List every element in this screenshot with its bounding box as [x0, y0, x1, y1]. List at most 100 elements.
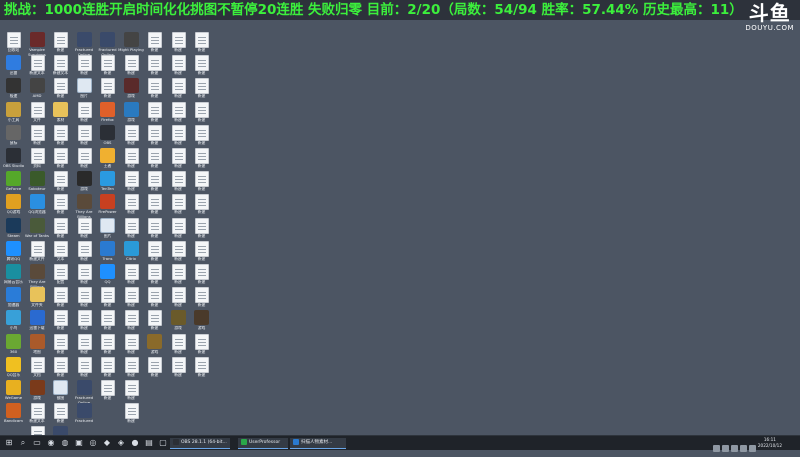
scanner-icon	[293, 438, 299, 445]
text-file-icon	[148, 78, 162, 95]
text-file-icon	[195, 287, 209, 304]
folder-taskbar-icon[interactable]: ▣	[74, 438, 84, 448]
text-file-icon	[77, 240, 92, 257]
text-file-icon	[171, 356, 186, 373]
text-file-icon	[124, 171, 139, 188]
app-icon	[29, 310, 45, 326]
steam-taskbar-icon[interactable]: ◉	[46, 438, 56, 448]
folder-icon	[53, 101, 68, 117]
text-file-icon	[77, 310, 92, 327]
text-file-icon	[148, 194, 162, 211]
text-file-icon	[171, 333, 186, 350]
text-file-icon	[30, 101, 45, 118]
text-file-icon	[148, 217, 162, 234]
text-file-icon	[195, 194, 209, 211]
desktop-icon-label: 游戏	[197, 326, 206, 331]
ime-icon[interactable]	[740, 445, 747, 452]
text-file-icon	[195, 32, 209, 48]
text-file-icon	[54, 148, 68, 164]
desktop-icon[interactable]: Bandicam	[2, 403, 25, 433]
clock-date: 2022/10/12	[757, 442, 782, 448]
text-file-icon	[148, 55, 162, 72]
taskbar-app-scanner[interactable]: 扫描人物素材...	[290, 438, 346, 449]
app-icon	[147, 333, 162, 349]
text-file-icon	[77, 124, 92, 141]
wegame-taskbar-icon[interactable]: ◈	[116, 438, 126, 448]
desktop-icon-label: Fractured	[74, 419, 93, 424]
desktop-icon-label: 新建	[197, 140, 206, 145]
text-file-icon	[124, 356, 139, 373]
text-file-icon	[124, 217, 139, 234]
text-file-icon	[195, 171, 209, 188]
text-file-icon	[54, 264, 68, 280]
desktop-icon-label: 新建	[197, 210, 206, 215]
system-tray[interactable]	[711, 438, 756, 452]
app-icon	[76, 380, 92, 395]
text-file-icon	[195, 264, 209, 280]
text-file-icon	[195, 78, 209, 95]
desktop-icon-label: 新建	[197, 280, 206, 284]
text-file-icon	[195, 148, 209, 164]
app-icon	[6, 264, 21, 279]
text-file-icon	[30, 55, 45, 72]
qq-taskbar-icon[interactable]: ●	[130, 438, 140, 448]
text-file-icon	[148, 310, 162, 327]
notification-icon[interactable]	[749, 445, 756, 452]
desktop-icon-label: 新建	[197, 372, 206, 377]
challenge-text: 挑战：1000连胜开启时间化化挑图不暂停20连胜 失败归零 目前：2/20（局数…	[4, 2, 743, 18]
text-file-icon	[54, 217, 68, 234]
app-icon	[100, 240, 115, 256]
folder-icon	[29, 287, 45, 303]
text-file-icon	[171, 55, 186, 72]
text-file-icon	[77, 101, 92, 118]
app-icon	[6, 78, 21, 94]
taskbar-clock[interactable]: 16:11 2022/10/12	[758, 437, 782, 448]
desktop-icon-label: 新建	[197, 233, 206, 238]
desktop-icon[interactable]: 新建	[143, 356, 166, 387]
taskbar-app-obs-label: OBS 28.1.1 (64-bit...	[181, 440, 227, 445]
text-file-icon	[54, 32, 68, 48]
app-taskbar-icon[interactable]: ◆	[102, 438, 112, 448]
network-icon[interactable]	[722, 445, 729, 452]
image-file-icon	[100, 217, 115, 233]
text-file-icon	[195, 240, 209, 257]
text-file-icon	[148, 101, 162, 118]
desktop-icon[interactable]: 新建	[190, 356, 213, 387]
desktop-area: 回收站 迅雷 极速 小工具 鼠标 OBS Studio GeForce QQ游戏 Steam 腾讯…	[0, 20, 800, 446]
task-view-icon[interactable]: ▭	[32, 438, 42, 448]
text-file-icon	[124, 55, 139, 72]
taskbar-app-scanner-label: 扫描人物素材...	[301, 440, 333, 445]
text-file-icon	[171, 124, 186, 141]
app-icon	[76, 403, 92, 419]
notes-taskbar-icon[interactable]: ▤	[144, 438, 154, 448]
desktop-icon-label: 新建	[197, 164, 206, 168]
app-icon	[6, 217, 21, 233]
text-file-icon	[124, 403, 139, 420]
taskbar-app-userprofessor[interactable]: UserProfessor	[238, 438, 288, 449]
text-file-icon	[195, 124, 209, 141]
desktop-icon[interactable]: Fractured	[73, 403, 96, 433]
text-file-icon	[124, 124, 139, 141]
tray-chevron-icon[interactable]	[713, 445, 720, 452]
app-icon	[100, 171, 115, 187]
desktop-icon[interactable]: 新建	[96, 380, 119, 410]
desktop-icon[interactable]: 新建	[120, 403, 143, 433]
app-icon	[6, 194, 21, 210]
text-file-icon	[54, 403, 68, 420]
desktop-icon[interactable]: 新建	[167, 356, 190, 387]
browser-taskbar-icon[interactable]: ◍	[60, 438, 70, 448]
desktop-icon-label: 新建	[197, 256, 206, 261]
text-file-icon	[101, 55, 115, 72]
image-file-icon	[76, 78, 92, 94]
volume-icon[interactable]	[731, 445, 738, 452]
app-icon	[6, 240, 21, 256]
taskbar: ⊞ ⌕ ▭ ◉ ◍ ▣ ◎ ◆ ◈ ● ▤ ▢ OBS 28.1.1 (64-b…	[0, 435, 800, 452]
taskbar-app-obs[interactable]: OBS 28.1.1 (64-bit...	[170, 438, 230, 449]
monitor-taskbar-icon[interactable]: ▢	[158, 438, 168, 448]
desktop-icon-label: 新建	[197, 349, 206, 354]
chrome-taskbar-icon[interactable]: ◎	[88, 438, 98, 448]
windows-start-icon[interactable]: ⊞	[4, 438, 14, 448]
text-file-icon	[54, 171, 68, 188]
app-icon	[29, 32, 45, 47]
search-icon[interactable]: ⌕	[18, 438, 28, 448]
